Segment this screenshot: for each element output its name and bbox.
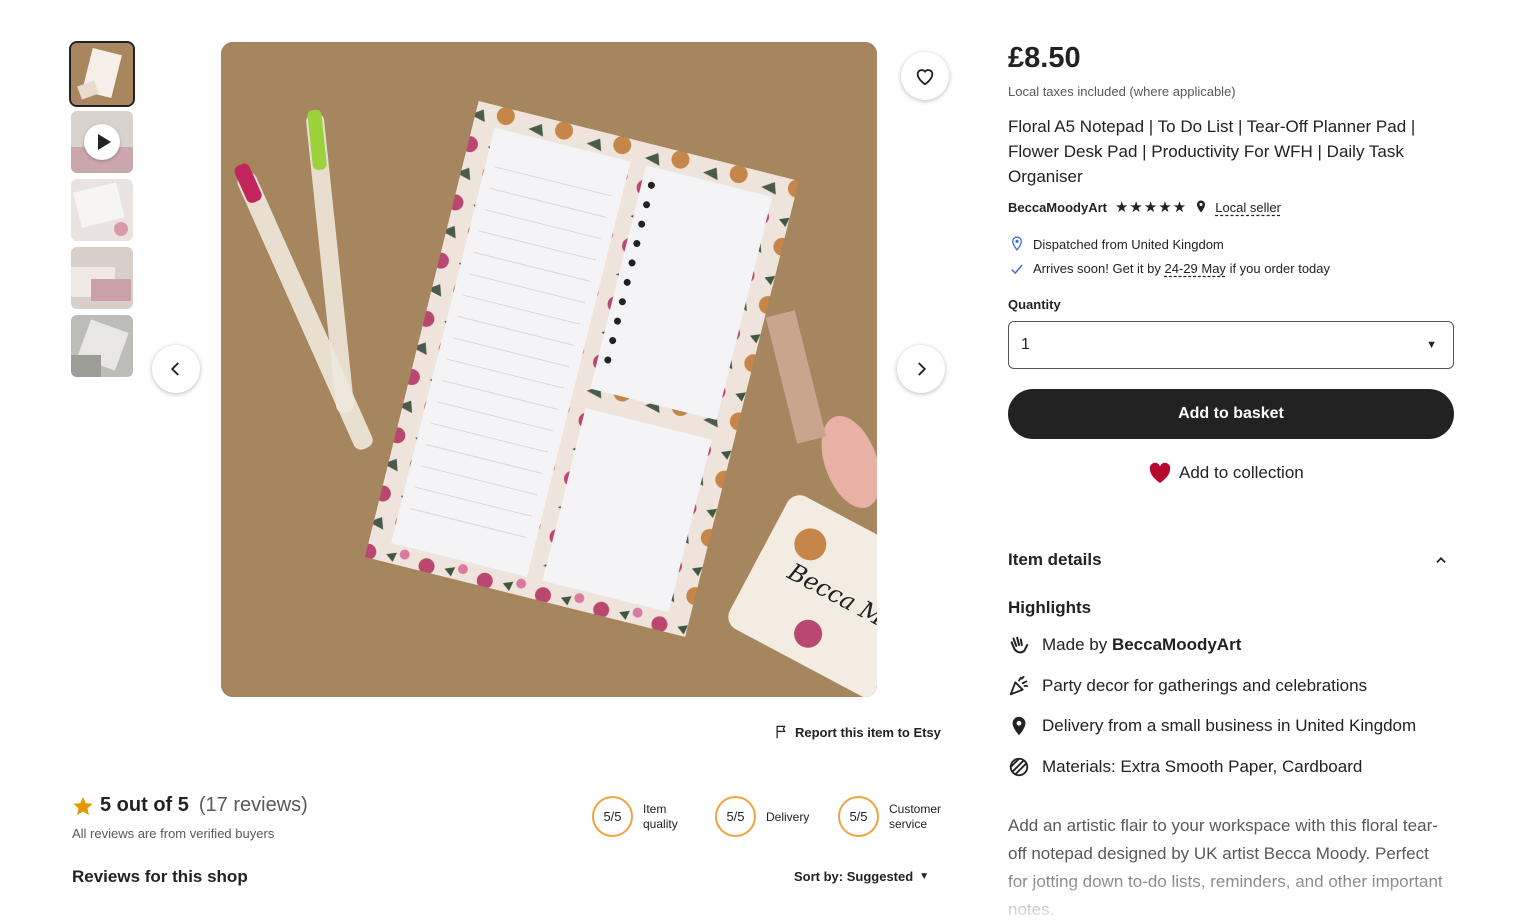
- sort-dropdown[interactable]: Sort by: Suggested ▼: [794, 869, 929, 884]
- metric-delivery: 5/5 Delivery: [715, 796, 809, 837]
- thumbnail-image: [71, 247, 133, 309]
- sort-label: Sort by: Suggested: [794, 869, 914, 884]
- listing-title: Floral A5 Notepad | To Do List | Tear-Of…: [1008, 117, 1416, 186]
- seller-rating-stars: ★★★★★: [1115, 198, 1187, 216]
- highlight-delivery-text: Delivery from a small business in United…: [1042, 716, 1417, 735]
- thumbnail-4[interactable]: [71, 247, 133, 309]
- next-image-button[interactable]: [897, 345, 945, 393]
- highlight-materials-text: Materials: Extra Smooth Paper, Cardboard: [1042, 757, 1363, 776]
- made-by-shop-link[interactable]: BeccaMoodyArt: [1112, 635, 1241, 654]
- stars-text: ★★★★★: [1114, 199, 1188, 216]
- made-by-prefix: Made by: [1042, 635, 1108, 654]
- chevron-right-icon: [918, 362, 927, 376]
- arrival-dates[interactable]: 24-29 May: [1165, 261, 1226, 276]
- arrival-suffix: if you order today: [1229, 261, 1331, 276]
- highlight-made-by: Made by BeccaMoodyArt: [1008, 634, 1241, 656]
- highlight-materials: Materials: Extra Smooth Paper, Cardboard: [1008, 756, 1362, 778]
- metric-label: service: [889, 816, 928, 831]
- metric-score: 5/5: [592, 796, 633, 837]
- rating-summary: 5 out of 5 (17 reviews): [72, 794, 308, 817]
- arrival-prefix: Arrives soon! Get it by: [1033, 261, 1161, 276]
- quantity-value: 1: [1021, 336, 1030, 353]
- quantity-label: Quantity: [1008, 297, 1061, 312]
- location-pin-icon: [1012, 716, 1026, 736]
- location-pin-icon: [1012, 236, 1022, 251]
- tax-note: Local taxes included (where applicable): [1008, 84, 1236, 99]
- thumbnail-image: [71, 315, 133, 377]
- notepad-photo: Becca Moody Art: [221, 42, 877, 697]
- chevron-up-icon: [1436, 557, 1446, 563]
- thumbnail-video[interactable]: [71, 111, 133, 173]
- shop-reviews-title: Reviews for this shop: [72, 867, 248, 886]
- thumbnail-5[interactable]: [71, 315, 133, 377]
- add-to-collection-label: Add to collection: [1179, 463, 1304, 482]
- chevron-left-icon: [170, 362, 179, 376]
- thumbnail-image: [71, 179, 133, 241]
- price: £8.50: [1008, 42, 1081, 74]
- favorite-button[interactable]: [901, 52, 949, 100]
- location-pin-icon: [1197, 200, 1206, 213]
- star-icon: [73, 796, 93, 815]
- heart-icon: [1149, 462, 1171, 483]
- dispatch-text: Dispatched from United Kingdom: [1033, 236, 1224, 252]
- play-icon: [84, 124, 120, 160]
- local-seller-link[interactable]: Local seller: [1215, 200, 1281, 215]
- arrival-info: Arrives soon! Get it by 24-29 May if you…: [1010, 261, 1330, 276]
- metric-item-quality: 5/5 Item quality: [592, 796, 678, 837]
- caret-down-icon: ▼: [1426, 339, 1437, 351]
- quantity-select[interactable]: 1 ▼: [1008, 321, 1454, 369]
- thumbnail-image: [71, 43, 133, 105]
- dispatch-info: Dispatched from United Kingdom: [1010, 236, 1224, 252]
- heart-outline-icon: [916, 69, 934, 86]
- caret-down-icon: ▼: [919, 871, 930, 882]
- highlight-party: Party decor for gatherings and celebrati…: [1008, 675, 1367, 697]
- review-count: (17 reviews): [198, 794, 308, 816]
- metric-label: Customer: [889, 801, 942, 816]
- item-details-toggle[interactable]: Item details: [1008, 550, 1454, 570]
- metric-label: Delivery: [766, 809, 810, 824]
- flag-icon: [776, 725, 786, 739]
- rating-score: 5 out of 5: [100, 794, 189, 816]
- metric-customer-service: 5/5 Customer service: [838, 796, 941, 837]
- hand-wave-icon: [1010, 636, 1029, 654]
- add-to-basket-button[interactable]: Add to basket: [1008, 389, 1454, 439]
- metric-score: 5/5: [715, 796, 756, 837]
- seller-link[interactable]: BeccaMoodyArt: [1008, 200, 1107, 215]
- party-popper-icon: [1009, 675, 1029, 696]
- materials-icon: [1009, 757, 1029, 777]
- metric-score: 5/5: [838, 796, 879, 837]
- report-label: Report this item to Etsy: [795, 724, 941, 740]
- checkmark-icon: [1011, 263, 1023, 274]
- highlight-party-text: Party decor for gatherings and celebrati…: [1042, 676, 1368, 695]
- highlights-title: Highlights: [1008, 598, 1092, 617]
- highlight-delivery: Delivery from a small business in United…: [1008, 715, 1416, 737]
- verified-note: All reviews are from verified buyers: [72, 826, 275, 841]
- previous-image-button[interactable]: [152, 345, 200, 393]
- thumbnail-3[interactable]: [71, 179, 133, 241]
- description-fade: [1000, 860, 1460, 920]
- seller-row: BeccaMoodyArt ★★★★★ Local seller: [1008, 198, 1281, 216]
- report-item-link[interactable]: Report this item to Etsy: [774, 724, 941, 740]
- add-to-collection-button[interactable]: Add to collection: [1148, 462, 1304, 484]
- metric-label: Item: [643, 801, 667, 816]
- item-details-label: Item details: [1008, 550, 1102, 569]
- main-product-image: Becca Moody Art: [221, 42, 877, 697]
- metric-label: quality: [643, 816, 678, 831]
- thumbnail-1[interactable]: [69, 41, 135, 107]
